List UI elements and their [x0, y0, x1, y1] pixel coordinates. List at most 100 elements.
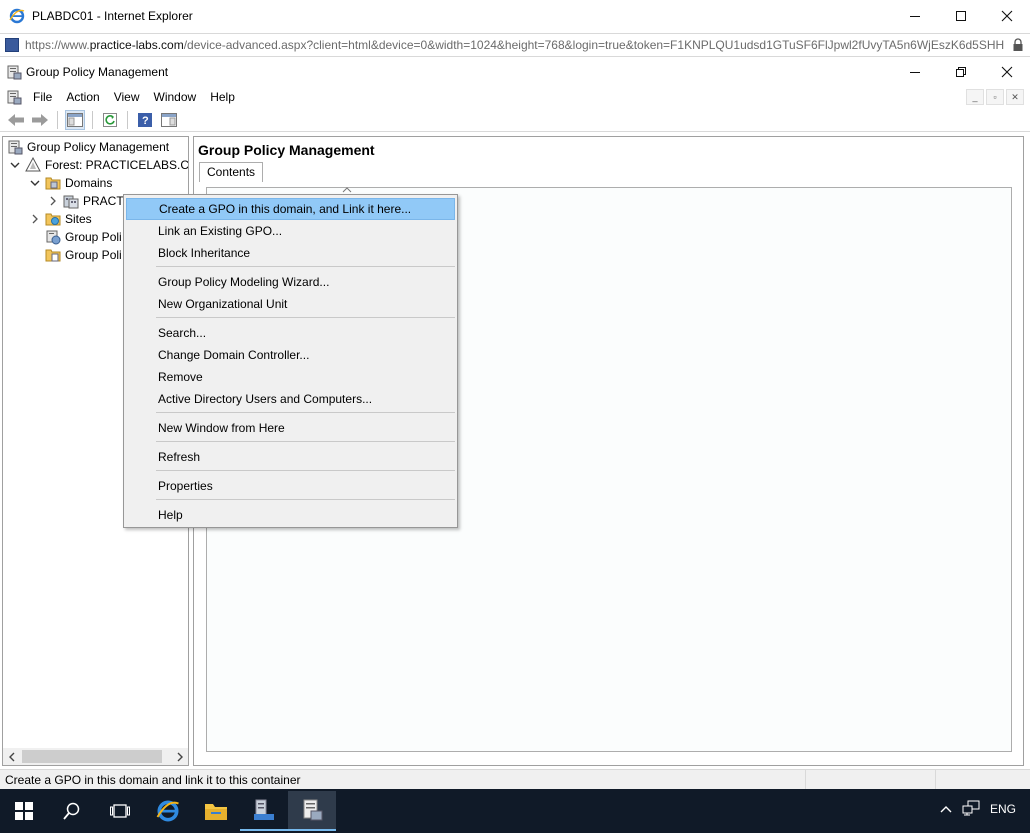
menu-item-create-gpo[interactable]: Create a GPO in this domain, and Link it… — [126, 198, 455, 220]
back-arrow-icon — [8, 113, 24, 126]
menu-item-link-existing-gpo[interactable]: Link an Existing GPO... — [126, 220, 455, 242]
mmc-title: Group Policy Management — [26, 65, 169, 79]
menu-window[interactable]: Window — [147, 86, 204, 108]
menu-bar: File Action View Window Help _ ▫ ✕ — [0, 86, 1030, 108]
toolbar-separator — [127, 110, 128, 129]
close-icon — [1001, 10, 1013, 22]
context-menu: Create a GPO in this domain, and Link it… — [123, 194, 458, 528]
network-icon[interactable] — [962, 800, 980, 819]
menu-item-help[interactable]: Help — [126, 504, 455, 526]
browser-title: PLABDC01 - Internet Explorer — [32, 9, 193, 23]
tab-contents[interactable]: Contents — [199, 162, 264, 182]
browser-titlebar: PLABDC01 - Internet Explorer — [0, 0, 1030, 32]
status-bar: Create a GPO in this domain and link it … — [0, 769, 1030, 790]
task-view-icon — [110, 804, 130, 818]
menu-item-new-window[interactable]: New Window from Here — [126, 417, 455, 439]
menu-help[interactable]: Help — [203, 86, 242, 108]
expand-chevron-icon[interactable] — [29, 213, 41, 225]
menu-item-refresh[interactable]: Refresh — [126, 446, 455, 468]
forest-icon — [25, 156, 41, 173]
collapse-chevron-icon[interactable] — [9, 159, 21, 171]
mmc-titlebar: Group Policy Management — [0, 58, 1030, 86]
lock-icon[interactable] — [1012, 38, 1024, 52]
taskbar-group-policy-management[interactable] — [288, 791, 336, 831]
menu-file[interactable]: File — [26, 86, 59, 108]
tree-item-sites[interactable]: Sites — [29, 210, 92, 228]
url-prefix: https://www. — [25, 38, 90, 52]
toolbar-separator — [57, 110, 58, 129]
tree-horizontal-scrollbar[interactable] — [3, 748, 188, 765]
maximize-button[interactable] — [938, 0, 984, 32]
windows-logo-icon — [15, 802, 33, 820]
expand-chevron-icon[interactable] — [47, 195, 59, 207]
tree-item-forest[interactable]: Forest: PRACTICELABS.CO — [9, 156, 188, 174]
close-icon — [1001, 66, 1013, 78]
tree-item-domains[interactable]: Domains — [29, 174, 112, 192]
address-url[interactable]: https://www.practice-labs.com/device-adv… — [25, 38, 1010, 52]
menu-action[interactable]: Action — [59, 86, 106, 108]
menu-view[interactable]: View — [107, 86, 147, 108]
show-action-pane-button[interactable] — [159, 110, 179, 130]
mmc-close-button[interactable] — [984, 58, 1030, 86]
refresh-icon — [103, 112, 117, 127]
tree-item-gp-modeling[interactable]: Group Poli — [45, 228, 122, 246]
minimize-icon — [910, 16, 920, 17]
scroll-right-icon[interactable] — [171, 748, 188, 765]
refresh-button[interactable] — [100, 110, 120, 130]
site-favicon-icon — [5, 38, 19, 52]
child-minimize-button[interactable]: _ — [966, 89, 984, 105]
taskbar-server-manager[interactable] — [240, 791, 288, 831]
scrollbar-thumb[interactable] — [22, 750, 162, 763]
menu-separator — [156, 441, 455, 442]
start-button[interactable] — [0, 791, 48, 831]
search-button[interactable] — [48, 791, 96, 831]
forward-button[interactable] — [30, 110, 50, 130]
help-icon: ? — [138, 112, 152, 127]
back-button[interactable] — [6, 110, 26, 130]
mmc-restore-button[interactable] — [938, 58, 984, 86]
mmc-minimize-button[interactable] — [892, 58, 938, 86]
menu-item-block-inheritance[interactable]: Block Inheritance — [126, 242, 455, 264]
status-cell — [805, 769, 935, 790]
toolbar: ? — [0, 108, 1030, 132]
menu-item-new-ou[interactable]: New Organizational Unit — [126, 293, 455, 315]
taskbar-internet-explorer[interactable] — [144, 791, 192, 831]
show-hide-tree-button[interactable] — [65, 109, 85, 130]
restore-icon — [956, 67, 966, 77]
menu-item-properties[interactable]: Properties — [126, 475, 455, 497]
minimize-icon — [910, 72, 920, 73]
internet-explorer-icon — [156, 800, 179, 822]
taskbar-file-explorer[interactable] — [192, 791, 240, 831]
search-icon — [63, 802, 80, 820]
toolbar-separator — [92, 110, 93, 129]
menu-item-change-dc[interactable]: Change Domain Controller... — [126, 344, 455, 366]
task-view-button[interactable] — [96, 791, 144, 831]
minimize-button[interactable] — [892, 0, 938, 32]
menu-item-gp-modeling-wizard[interactable]: Group Policy Modeling Wizard... — [126, 271, 455, 293]
status-text: Create a GPO in this domain and link it … — [5, 772, 301, 787]
chevron-up-icon — [940, 806, 952, 813]
help-button[interactable]: ? — [135, 110, 155, 130]
menu-item-search[interactable]: Search... — [126, 322, 455, 344]
menu-item-ad-users-computers[interactable]: Active Directory Users and Computers... — [126, 388, 455, 410]
system-tray: ENG — [940, 789, 1016, 829]
sites-folder-icon — [45, 211, 61, 227]
tree-item-gp-results[interactable]: Group Poli — [45, 246, 122, 264]
child-close-button[interactable]: ✕ — [1006, 89, 1024, 105]
scroll-left-icon[interactable] — [3, 748, 20, 765]
tree-label: Domains — [65, 176, 113, 190]
collapse-chevron-icon[interactable] — [29, 177, 41, 189]
address-bar[interactable]: https://www.practice-labs.com/device-adv… — [0, 33, 1030, 57]
menu-separator — [156, 266, 455, 267]
tree-item-domain[interactable]: PRACT — [47, 192, 124, 210]
show-hidden-icons-button[interactable] — [940, 802, 952, 816]
close-button[interactable] — [984, 0, 1030, 32]
svg-text:?: ? — [142, 115, 149, 127]
forward-arrow-icon — [32, 113, 48, 126]
language-indicator[interactable]: ENG — [990, 802, 1016, 816]
tree-item-root[interactable]: Group Policy Management — [7, 138, 169, 156]
child-restore-button[interactable]: ▫ — [986, 89, 1004, 105]
domains-folder-icon — [45, 175, 61, 191]
menu-item-remove[interactable]: Remove — [126, 366, 455, 388]
console-menu-icon[interactable] — [6, 89, 22, 105]
